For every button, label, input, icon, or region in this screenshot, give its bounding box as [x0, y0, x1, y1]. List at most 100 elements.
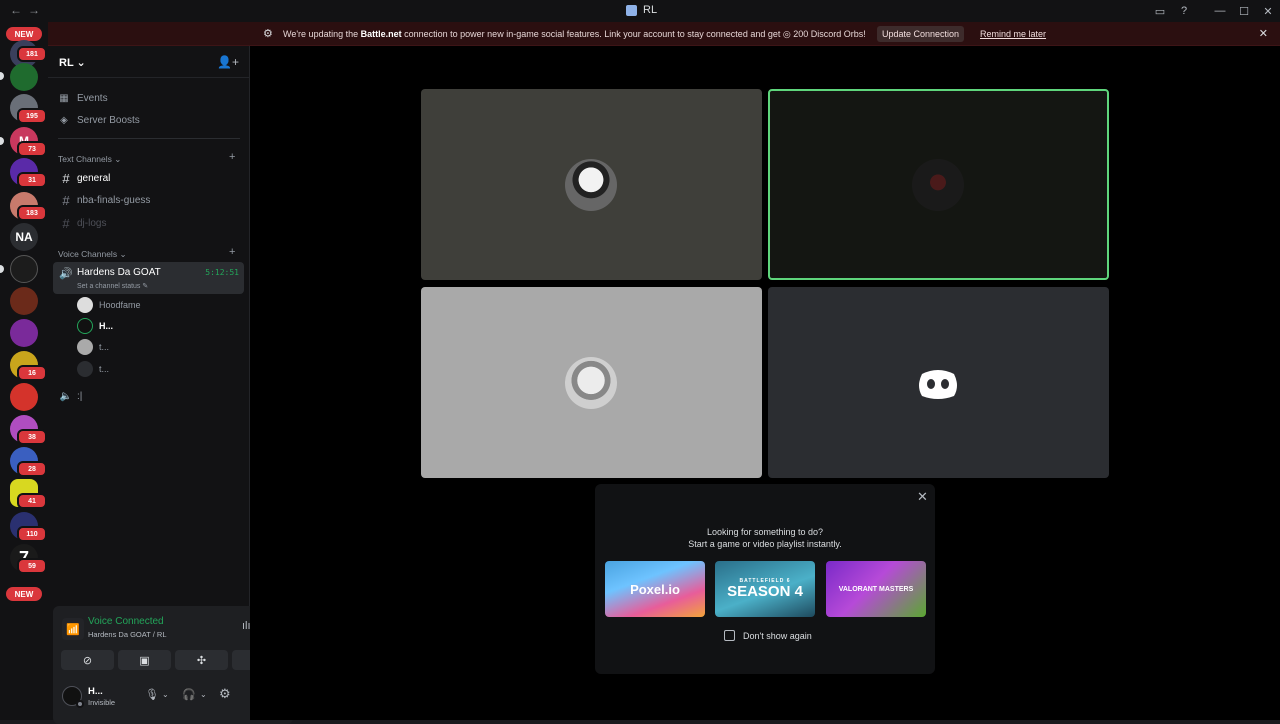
chevron-down-icon[interactable]: ⌄	[162, 690, 169, 699]
speaker-icon: 🔈	[59, 390, 73, 402]
channel-sidebar: RL ⌄ 👤+ ▦ Events ◈ Server Boosts Text Ch…	[48, 46, 293, 724]
participant-tile[interactable]	[768, 287, 1109, 478]
invite-people-icon[interactable]: 👤+	[217, 55, 239, 69]
headphones-icon[interactable]: 🎧	[182, 688, 196, 701]
voice-user[interactable]: Hoodfame	[77, 296, 141, 314]
close-icon[interactable]: ✕	[917, 489, 928, 505]
calendar-icon: ▦	[59, 92, 69, 104]
voice-connected-channel[interactable]: Hardens Da GOAT / RL	[88, 630, 167, 639]
activity-card-battlefield[interactable]: BATTLEFIELD 6 SEASON 4	[715, 561, 815, 617]
chevron-down-icon: ⌄	[114, 154, 122, 164]
channel-nba-finals-guess[interactable]: # nba-finals-guess	[54, 190, 244, 210]
discord-default-avatar-icon	[916, 361, 960, 405]
avatar	[77, 361, 93, 377]
inbox-icon[interactable]: ▭	[1148, 5, 1172, 18]
voice-channel-name: Hardens Da GOAT	[77, 267, 161, 278]
battlenet-icon: ⚙	[263, 28, 273, 40]
close-icon[interactable]: ✕	[1256, 5, 1280, 18]
server-logo-icon	[626, 4, 637, 16]
remind-later-link[interactable]: Remind me later	[980, 29, 1046, 39]
voice-user[interactable]: t...	[77, 360, 109, 378]
server-icon[interactable]	[10, 383, 38, 411]
category-text-channels[interactable]: Text Channels ⌄	[58, 154, 121, 165]
update-connection-button[interactable]: Update Connection	[877, 26, 965, 42]
participant-tile[interactable]	[421, 89, 762, 280]
server-icon[interactable]	[10, 319, 38, 347]
voice-channel-hardens-da-goat[interactable]: 🔊 Hardens Da GOAT 5:12:51 Set a channel …	[53, 262, 244, 294]
username[interactable]: H...	[88, 686, 103, 697]
help-icon[interactable]: ?	[1172, 5, 1196, 17]
new-unreads-pill-top[interactable]: NEW	[6, 27, 42, 41]
speaker-icon: 🔊	[59, 268, 73, 280]
create-voice-channel-icon[interactable]: +	[229, 246, 235, 258]
mention-badge: 195	[17, 108, 47, 124]
participant-tile[interactable]	[421, 287, 762, 478]
hash-icon: #	[62, 170, 70, 186]
microphone-icon[interactable]: 🎙	[145, 688, 159, 701]
mention-badge: 73	[17, 141, 47, 157]
server-icon[interactable]: NA	[10, 223, 38, 251]
avatar	[912, 159, 964, 211]
back-icon[interactable]: ←	[10, 3, 28, 17]
guild-name: RL ⌄	[59, 57, 86, 69]
activity-suggestion-popup: ✕ Looking for something to do? Start a g…	[595, 484, 935, 674]
close-banner-icon[interactable]: ✕	[1259, 27, 1268, 40]
screen-share-button[interactable]: ▣	[118, 650, 171, 670]
activity-card-poxel[interactable]: Poxel.io	[605, 561, 705, 617]
mention-badge: 59	[17, 558, 47, 574]
activities-button[interactable]: ✣	[175, 650, 228, 670]
channel-general[interactable]: # general	[54, 168, 244, 188]
server-icon[interactable]	[10, 63, 38, 91]
avatar	[565, 357, 617, 409]
category-voice-channels[interactable]: Voice Channels ⌄	[58, 249, 127, 260]
voice-channel-other[interactable]: 🔈 :|	[54, 386, 244, 406]
title-bar: ←→ RL ▭ ? — ☐ ✕	[0, 0, 1280, 22]
avatar	[77, 339, 93, 355]
events-link[interactable]: ▦ Events	[58, 88, 107, 108]
channel-dj-logs[interactable]: # dj-logs	[54, 213, 244, 233]
create-text-channel-icon[interactable]: +	[229, 151, 235, 163]
server-icon[interactable]	[10, 287, 38, 315]
server-boosts-link[interactable]: ◈ Server Boosts	[58, 110, 140, 130]
notice-banner: ⚙ We're updating the Battle.net connecti…	[250, 22, 1280, 46]
dont-show-again-label[interactable]: Don't show again	[743, 631, 812, 641]
gear-icon[interactable]: ⚙	[219, 686, 231, 702]
channel-status-link[interactable]: Set a channel status ✎	[77, 282, 148, 290]
server-icon[interactable]	[10, 255, 38, 283]
boost-icon: ◈	[60, 114, 68, 126]
mention-badge: 110	[17, 526, 47, 542]
avatar	[565, 159, 617, 211]
activity-card-valorant[interactable]: VALORANT MASTERS	[826, 561, 926, 617]
mention-badge: 183	[17, 205, 47, 221]
voice-connected-status[interactable]: Voice Connected	[88, 616, 164, 627]
camera-off-button[interactable]: ⊘	[61, 650, 114, 670]
window-title: RL	[626, 4, 657, 16]
new-unreads-pill-bottom[interactable]: NEW	[6, 587, 42, 601]
voice-call-stage: ✕ Looking for something to do? Start a g…	[250, 46, 1280, 720]
popup-heading: Looking for something to do?	[706, 527, 824, 537]
avatar	[77, 297, 93, 313]
forward-icon[interactable]: →	[28, 3, 46, 17]
mention-badge: 41	[17, 493, 47, 509]
connection-signal-icon[interactable]: 📶	[62, 618, 84, 640]
voice-user[interactable]: H...	[77, 317, 113, 335]
participant-tile-speaking[interactable]	[768, 89, 1109, 280]
chevron-down-icon: ⌄	[119, 249, 127, 259]
hash-icon: #	[62, 192, 70, 208]
popup-subheading: Start a game or video playlist instantly…	[688, 539, 842, 549]
dont-show-again-checkbox[interactable]	[724, 630, 735, 641]
mention-badge: 16	[17, 365, 47, 381]
banner-message: We're updating the Battle.net connection…	[283, 29, 866, 39]
orb-icon: ◎	[782, 29, 794, 39]
status-indicator	[76, 700, 84, 708]
history-nav: ←→	[10, 3, 46, 17]
voice-user[interactable]: t...	[77, 338, 109, 356]
guild-header[interactable]: RL ⌄ 👤+	[48, 46, 249, 78]
voice-timer: 5:12:51	[205, 268, 239, 277]
chevron-down-icon: ⌄	[76, 57, 86, 69]
user-status: Invisible	[88, 698, 116, 707]
hash-icon: #	[62, 215, 70, 231]
maximize-icon[interactable]: ☐	[1232, 5, 1256, 18]
minimize-icon[interactable]: —	[1208, 5, 1232, 17]
chevron-down-icon[interactable]: ⌄	[200, 690, 207, 699]
